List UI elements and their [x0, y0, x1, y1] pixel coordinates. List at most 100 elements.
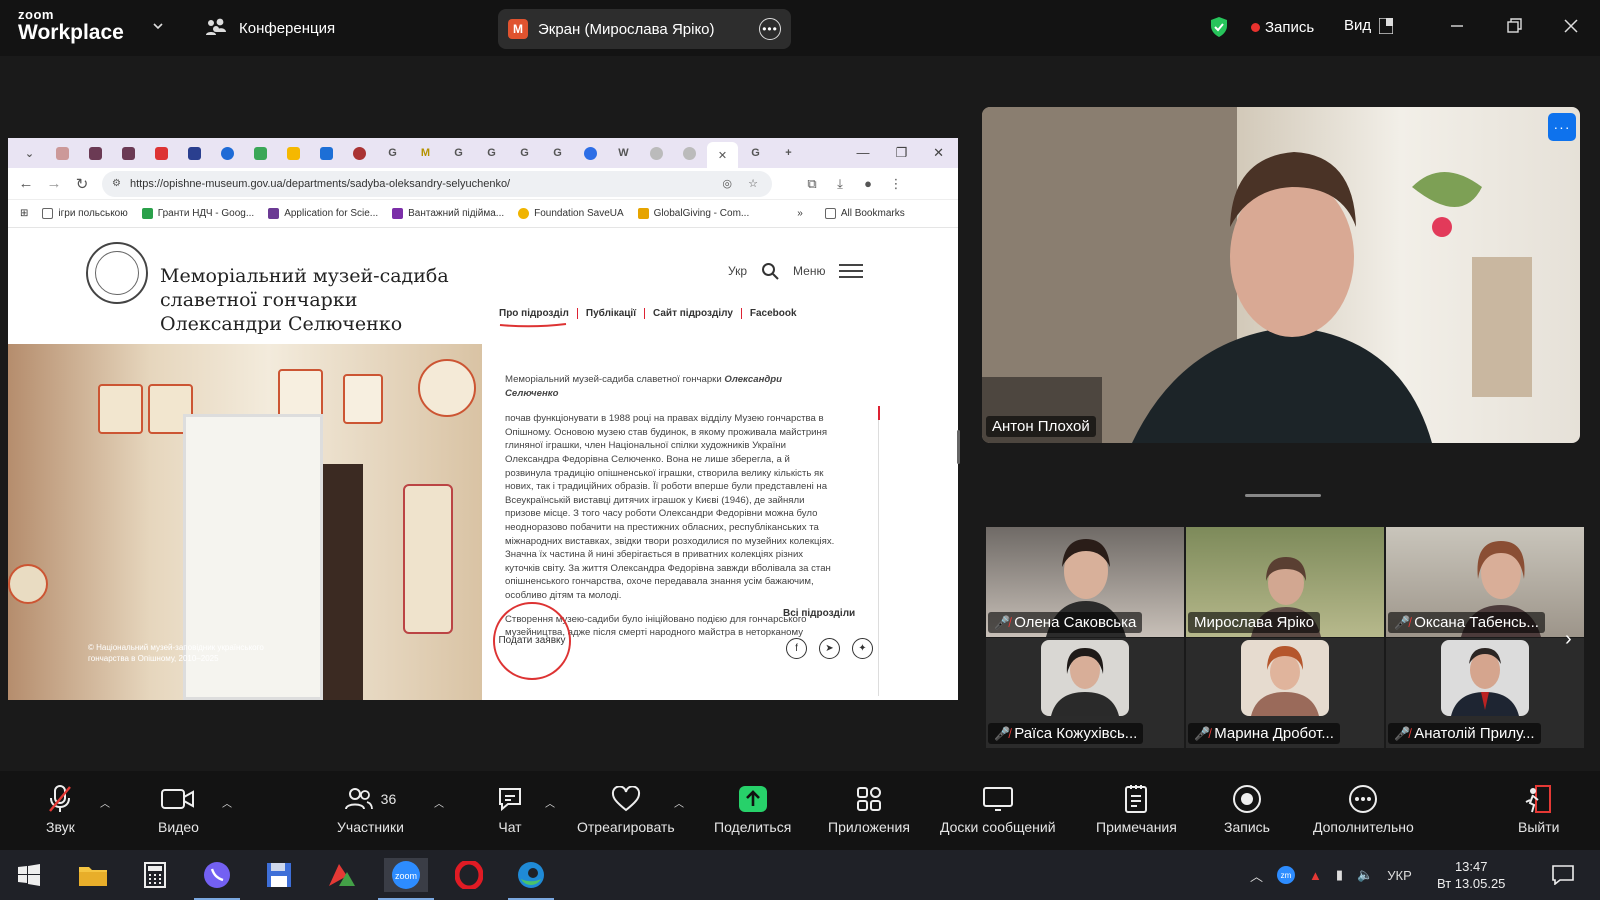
zoom-workplace-logo[interactable]: zoom Workplace — [18, 8, 124, 43]
browser-tab[interactable]: G — [740, 142, 771, 164]
browser-tab[interactable] — [641, 142, 672, 164]
tray-overflow-icon[interactable]: ︿ — [1250, 866, 1263, 885]
browser-tab[interactable] — [575, 142, 606, 164]
telegram-icon[interactable]: ➤ — [819, 638, 840, 659]
record-button[interactable]: Запись — [1224, 783, 1270, 835]
museum-seal-logo[interactable] — [86, 242, 148, 304]
chat-caret-icon[interactable]: ︿ — [545, 795, 555, 810]
participant-tile[interactable]: 🎤̸ Оксана Табенсь... — [1386, 527, 1584, 637]
participant-tile[interactable]: 🎤̸ Марина Дробот... — [1186, 638, 1384, 748]
gallery-next-page-icon[interactable]: › — [1565, 628, 1572, 651]
browser-tab[interactable] — [47, 142, 78, 164]
volume-icon[interactable]: 🔈 — [1357, 867, 1373, 883]
windows-start-icon[interactable] — [12, 858, 46, 892]
scroll-track[interactable] — [878, 406, 879, 696]
bookmark-star-icon[interactable]: ☆ — [748, 177, 758, 190]
zoom-taskbar-icon[interactable]: zoom — [378, 858, 434, 900]
browser-restore-icon[interactable]: ❐ — [895, 145, 907, 161]
bookmark-item[interactable]: GlobalGiving - Com... — [637, 208, 749, 219]
participant-tile[interactable]: 🎤̸ Раїса Кожухівсь... — [986, 638, 1184, 748]
notifications-icon[interactable] — [1546, 858, 1580, 892]
browser-tab[interactable]: G — [476, 142, 507, 164]
facebook-icon[interactable]: f — [786, 638, 807, 659]
apps-grid-icon[interactable]: ⊞ — [20, 208, 28, 219]
keyboard-language[interactable]: УКР — [1387, 868, 1412, 883]
browser-tab[interactable]: G — [509, 142, 540, 164]
all-departments-link[interactable]: Всі підрозділи — [783, 608, 855, 619]
browser-tab[interactable] — [674, 142, 705, 164]
participant-tile[interactable]: 🎤̸ Олена Саковська — [986, 527, 1184, 637]
view-button[interactable]: Вид — [1344, 17, 1394, 34]
browser-tab-active-close-icon[interactable]: ✕ — [707, 142, 738, 168]
browser-tab[interactable] — [245, 142, 276, 164]
browser-tab[interactable] — [146, 142, 177, 164]
menu-label[interactable]: Меню — [793, 264, 825, 278]
apply-button[interactable]: Подати заявку — [493, 602, 571, 680]
site-info-icon[interactable]: ⚙ — [112, 178, 121, 189]
edge-icon[interactable] — [508, 858, 554, 900]
browser-tab[interactable] — [278, 142, 309, 164]
browser-tab[interactable] — [113, 142, 144, 164]
subnav-facebook[interactable]: Facebook — [740, 308, 805, 319]
bookmark-item[interactable]: ігри польською — [42, 208, 128, 219]
browser-tab[interactable] — [212, 142, 243, 164]
subnav-site[interactable]: Сайт підрозділу — [644, 308, 741, 319]
browser-minimize-icon[interactable]: — — [856, 145, 869, 161]
participant-tile[interactable]: 🎤̸ Анатолій Прилу... — [1386, 638, 1584, 748]
usb-tray-icon[interactable]: ▮ — [1336, 867, 1343, 883]
react-caret-icon[interactable]: ︿ — [674, 795, 684, 810]
chevron-down-icon[interactable] — [152, 20, 164, 32]
file-explorer-icon[interactable] — [76, 858, 110, 892]
scroll-indicator[interactable] — [878, 406, 880, 420]
forward-icon[interactable]: → — [46, 175, 62, 192]
splitter-handle[interactable] — [957, 430, 960, 464]
active-speaker-video[interactable]: ··· Антон Плохой — [982, 107, 1580, 443]
tab-search-icon[interactable]: ⌄ — [14, 142, 45, 164]
browser-tab[interactable] — [179, 142, 210, 164]
url-field[interactable]: ⚙ https://opishne-museum.gov.ua/departme… — [102, 170, 772, 197]
viber-icon[interactable] — [194, 858, 240, 900]
calculator-icon[interactable] — [138, 858, 172, 892]
browser-tab[interactable]: G — [377, 142, 408, 164]
clock[interactable]: 13:47 Вт 13.05.25 — [1437, 858, 1505, 892]
whiteboards-button[interactable]: Доски сообщений — [940, 783, 1056, 835]
extensions-icon[interactable]: ⧉ — [804, 176, 820, 192]
gallery-resize-handle[interactable] — [1245, 494, 1321, 497]
minimize-icon[interactable] — [1445, 14, 1469, 38]
more-button[interactable]: Дополнительно — [1313, 783, 1414, 835]
download-icon[interactable]: ⤓ — [832, 176, 848, 192]
participant-tile[interactable]: Мирослава Ярiко — [1186, 527, 1384, 637]
bookmark-item[interactable]: Вантажний підійма... — [392, 208, 504, 219]
screen-share-indicator[interactable]: M Экран (Мирослава Ярiко) ••• — [498, 9, 791, 49]
apps-button[interactable]: Приложения — [828, 783, 910, 835]
encryption-shield-icon[interactable] — [1209, 16, 1229, 38]
browser-tab[interactable]: W — [608, 142, 639, 164]
browser-tab[interactable]: G — [443, 142, 474, 164]
browser-tab[interactable]: M — [410, 142, 441, 164]
profile-avatar-icon[interactable]: ● — [860, 176, 876, 191]
share-button[interactable]: Поделиться — [714, 783, 791, 835]
chat-button[interactable]: Чат — [496, 783, 524, 835]
network-app-tray-icon[interactable]: ▲ — [1309, 868, 1322, 883]
participants-button[interactable]: 36 Участники — [337, 783, 404, 835]
search-icon[interactable] — [761, 262, 779, 280]
notes-button[interactable]: Примечания — [1096, 783, 1177, 835]
subnav-about[interactable]: Про підрозділ — [496, 308, 577, 319]
meeting-info[interactable]: Конференция — [205, 18, 335, 38]
audio-caret-icon[interactable]: ︿ — [100, 795, 110, 810]
subnav-publications[interactable]: Публікації — [576, 308, 644, 319]
audio-button[interactable]: Звук — [46, 783, 75, 835]
share-options-icon[interactable]: ••• — [759, 18, 781, 40]
restore-icon[interactable] — [1502, 14, 1526, 38]
browser-tab[interactable]: G — [542, 142, 573, 164]
browser-tab[interactable] — [344, 142, 375, 164]
reload-icon[interactable]: ↻ — [74, 175, 90, 193]
video-button[interactable]: Видео — [158, 783, 199, 835]
participants-caret-icon[interactable]: ︿ — [434, 795, 444, 810]
bookmark-item[interactable]: Application for Scie... — [268, 208, 378, 219]
browser-close-icon[interactable]: ✕ — [933, 145, 944, 161]
zoom-tray-icon[interactable]: zm — [1277, 866, 1296, 884]
back-icon[interactable]: ← — [18, 175, 34, 192]
browser-tab[interactable] — [80, 142, 111, 164]
close-icon[interactable] — [1559, 14, 1583, 38]
